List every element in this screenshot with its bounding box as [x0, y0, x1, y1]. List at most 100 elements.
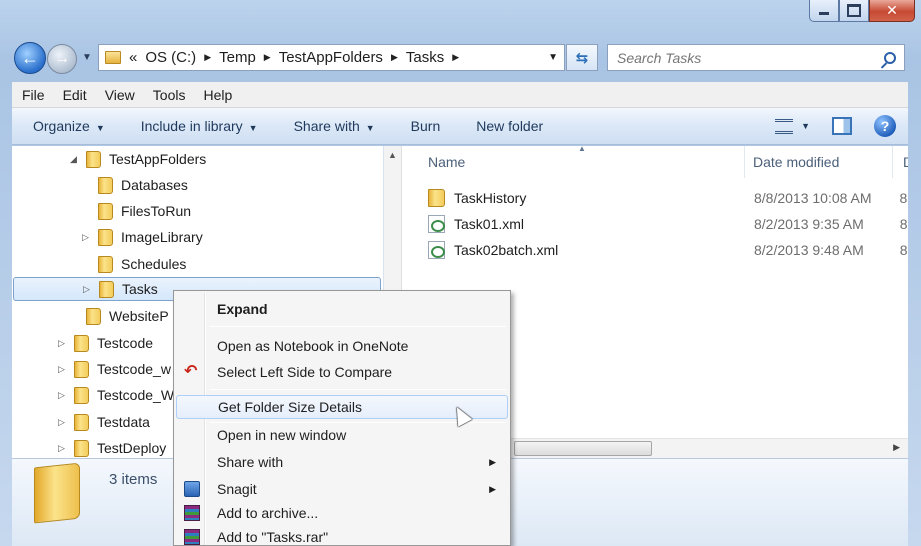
- new-folder-button[interactable]: New folder: [476, 118, 543, 134]
- menu-item-share-with[interactable]: Share with ▶: [176, 450, 508, 474]
- refresh-button[interactable]: ⇆: [566, 44, 598, 71]
- include-in-library-button[interactable]: Include in library ▼: [141, 118, 258, 134]
- column-header-partial[interactable]: D: [903, 146, 908, 178]
- folder-icon: [98, 176, 113, 194]
- view-controls: ▼ ?: [775, 115, 896, 137]
- tree-item-testdata[interactable]: ▷ Testdata: [58, 410, 150, 434]
- tree-item-schedules[interactable]: Schedules: [82, 252, 186, 276]
- snagit-icon: [184, 481, 200, 497]
- tree-item-testcode[interactable]: ▷ Testcode: [58, 331, 153, 355]
- folder-icon: [74, 360, 89, 378]
- close-button[interactable]: [869, 0, 915, 22]
- folder-icon: [86, 150, 101, 168]
- menu-item-add-tasks-rar[interactable]: Add to "Tasks.rar": [176, 525, 508, 545]
- tree-item-filestorun[interactable]: FilesToRun: [82, 199, 191, 223]
- column-divider[interactable]: [892, 146, 893, 178]
- preview-pane-icon[interactable]: [832, 117, 852, 135]
- tree-item-imagelibrary[interactable]: ▷ ImageLibrary: [82, 225, 203, 249]
- menu-help[interactable]: Help: [203, 87, 243, 103]
- winrar-icon: [184, 529, 200, 545]
- folder-icon: [74, 439, 89, 457]
- minimize-button[interactable]: [809, 0, 839, 22]
- expander-icon[interactable]: ▷: [58, 417, 68, 428]
- folder-icon: [98, 202, 113, 220]
- expander-icon[interactable]: ▷: [58, 443, 68, 454]
- expander-icon[interactable]: ▷: [58, 338, 68, 349]
- help-icon[interactable]: ?: [874, 115, 896, 137]
- chevron-right-icon[interactable]: ▶: [391, 52, 398, 63]
- chevron-down-icon: ▼: [95, 123, 105, 133]
- menu-item-select-left-compare[interactable]: ↶ Select Left Side to Compare: [176, 360, 508, 384]
- forward-button[interactable]: →: [47, 44, 77, 74]
- refresh-icon: ⇆: [575, 49, 589, 67]
- tree-item-testcode-w2[interactable]: ▷ Testcode_W: [58, 383, 174, 407]
- address-segment-drive[interactable]: OS (C:): [145, 49, 196, 66]
- folder-icon: [74, 386, 89, 404]
- chevron-down-icon: ▼: [365, 123, 375, 133]
- scrollbar-thumb[interactable]: [514, 441, 652, 456]
- menu-bar: File Edit View Tools Help: [12, 82, 908, 108]
- undo-arrow-icon: ↶: [184, 363, 198, 380]
- tree-item-databases[interactable]: Databases: [82, 173, 188, 197]
- search-box[interactable]: [607, 44, 905, 71]
- menu-item-expand[interactable]: Expand: [176, 297, 508, 321]
- menu-item-add-archive[interactable]: Add to archive...: [176, 501, 508, 525]
- file-row[interactable]: Task02batch.xml 8/2/2013 9:48 AM 8: [428, 238, 908, 262]
- menu-separator: [210, 326, 506, 327]
- organize-button[interactable]: Organize ▼: [33, 118, 105, 134]
- tree-item-testdeploy[interactable]: ▷ TestDeploy: [58, 436, 166, 458]
- command-bar: Organize ▼ Include in library ▼ Share with…: [12, 108, 908, 145]
- address-segment-tasks[interactable]: Tasks: [406, 49, 444, 66]
- folder-icon: [105, 51, 121, 64]
- chevron-right-icon[interactable]: ▶: [264, 52, 271, 63]
- menu-file[interactable]: File: [22, 87, 56, 103]
- folder-icon: [428, 189, 445, 207]
- xml-file-icon: [428, 215, 445, 233]
- chevron-right-icon[interactable]: ▶: [452, 52, 459, 63]
- chevron-down-icon[interactable]: ▼: [548, 52, 558, 63]
- folder-icon: [86, 307, 101, 325]
- column-divider[interactable]: [744, 146, 745, 178]
- share-with-button[interactable]: Share with ▼: [294, 118, 375, 134]
- address-segment-testappfolders[interactable]: TestAppFolders: [279, 49, 383, 66]
- menu-item-snagit[interactable]: Snagit ▶: [176, 477, 508, 501]
- folder-icon: [74, 413, 89, 431]
- tree-item-websitep[interactable]: WebsiteP: [70, 304, 169, 328]
- search-input[interactable]: [617, 49, 867, 66]
- menu-tools[interactable]: Tools: [153, 87, 197, 103]
- winrar-icon: [184, 505, 200, 521]
- scroll-up-icon[interactable]: ▲: [384, 150, 401, 160]
- recent-pages-dropdown[interactable]: ▼: [82, 52, 92, 63]
- expander-icon[interactable]: ▷: [58, 390, 68, 401]
- scroll-right-icon[interactable]: ▶: [893, 442, 900, 453]
- menu-item-open-onenote[interactable]: Open as Notebook in OneNote: [176, 334, 508, 358]
- back-button[interactable]: ←: [14, 42, 46, 74]
- menu-view[interactable]: View: [105, 87, 146, 103]
- folder-icon: [74, 334, 89, 352]
- expander-icon[interactable]: ▷: [58, 364, 68, 375]
- menu-separator: [210, 389, 506, 390]
- chevron-down-icon: ▼: [248, 123, 258, 133]
- expander-icon[interactable]: ◢: [70, 154, 80, 165]
- tree-item-testcode-w[interactable]: ▷ Testcode_w: [58, 357, 171, 381]
- column-header-date-modified[interactable]: Date modified: [753, 146, 893, 178]
- expander-icon[interactable]: ▷: [82, 232, 92, 243]
- column-header-name[interactable]: Name: [428, 146, 748, 178]
- burn-button[interactable]: Burn: [411, 118, 441, 134]
- folder-icon: [98, 255, 113, 273]
- file-row[interactable]: TaskHistory 8/8/2013 10:08 AM 8: [428, 186, 908, 210]
- expander-icon[interactable]: ▷: [83, 284, 93, 295]
- chevron-down-icon[interactable]: ▼: [801, 121, 810, 131]
- menu-edit[interactable]: Edit: [63, 87, 98, 103]
- address-segment-temp[interactable]: Temp: [219, 49, 256, 66]
- tree-item-testappfolders[interactable]: ◢ TestAppFolders: [70, 147, 206, 171]
- folder-icon: [98, 228, 113, 246]
- address-overflow[interactable]: «: [129, 49, 137, 66]
- file-row[interactable]: Task01.xml 8/2/2013 9:35 AM 8: [428, 212, 908, 236]
- maximize-button[interactable]: [839, 0, 869, 22]
- view-options-icon[interactable]: [775, 118, 794, 134]
- chevron-right-icon[interactable]: ▶: [204, 52, 211, 63]
- address-bar[interactable]: « OS (C:) ▶ Temp ▶ TestAppFolders ▶ Task…: [98, 44, 565, 71]
- arrow-right-icon: →: [54, 50, 70, 67]
- search-icon[interactable]: [884, 51, 896, 64]
